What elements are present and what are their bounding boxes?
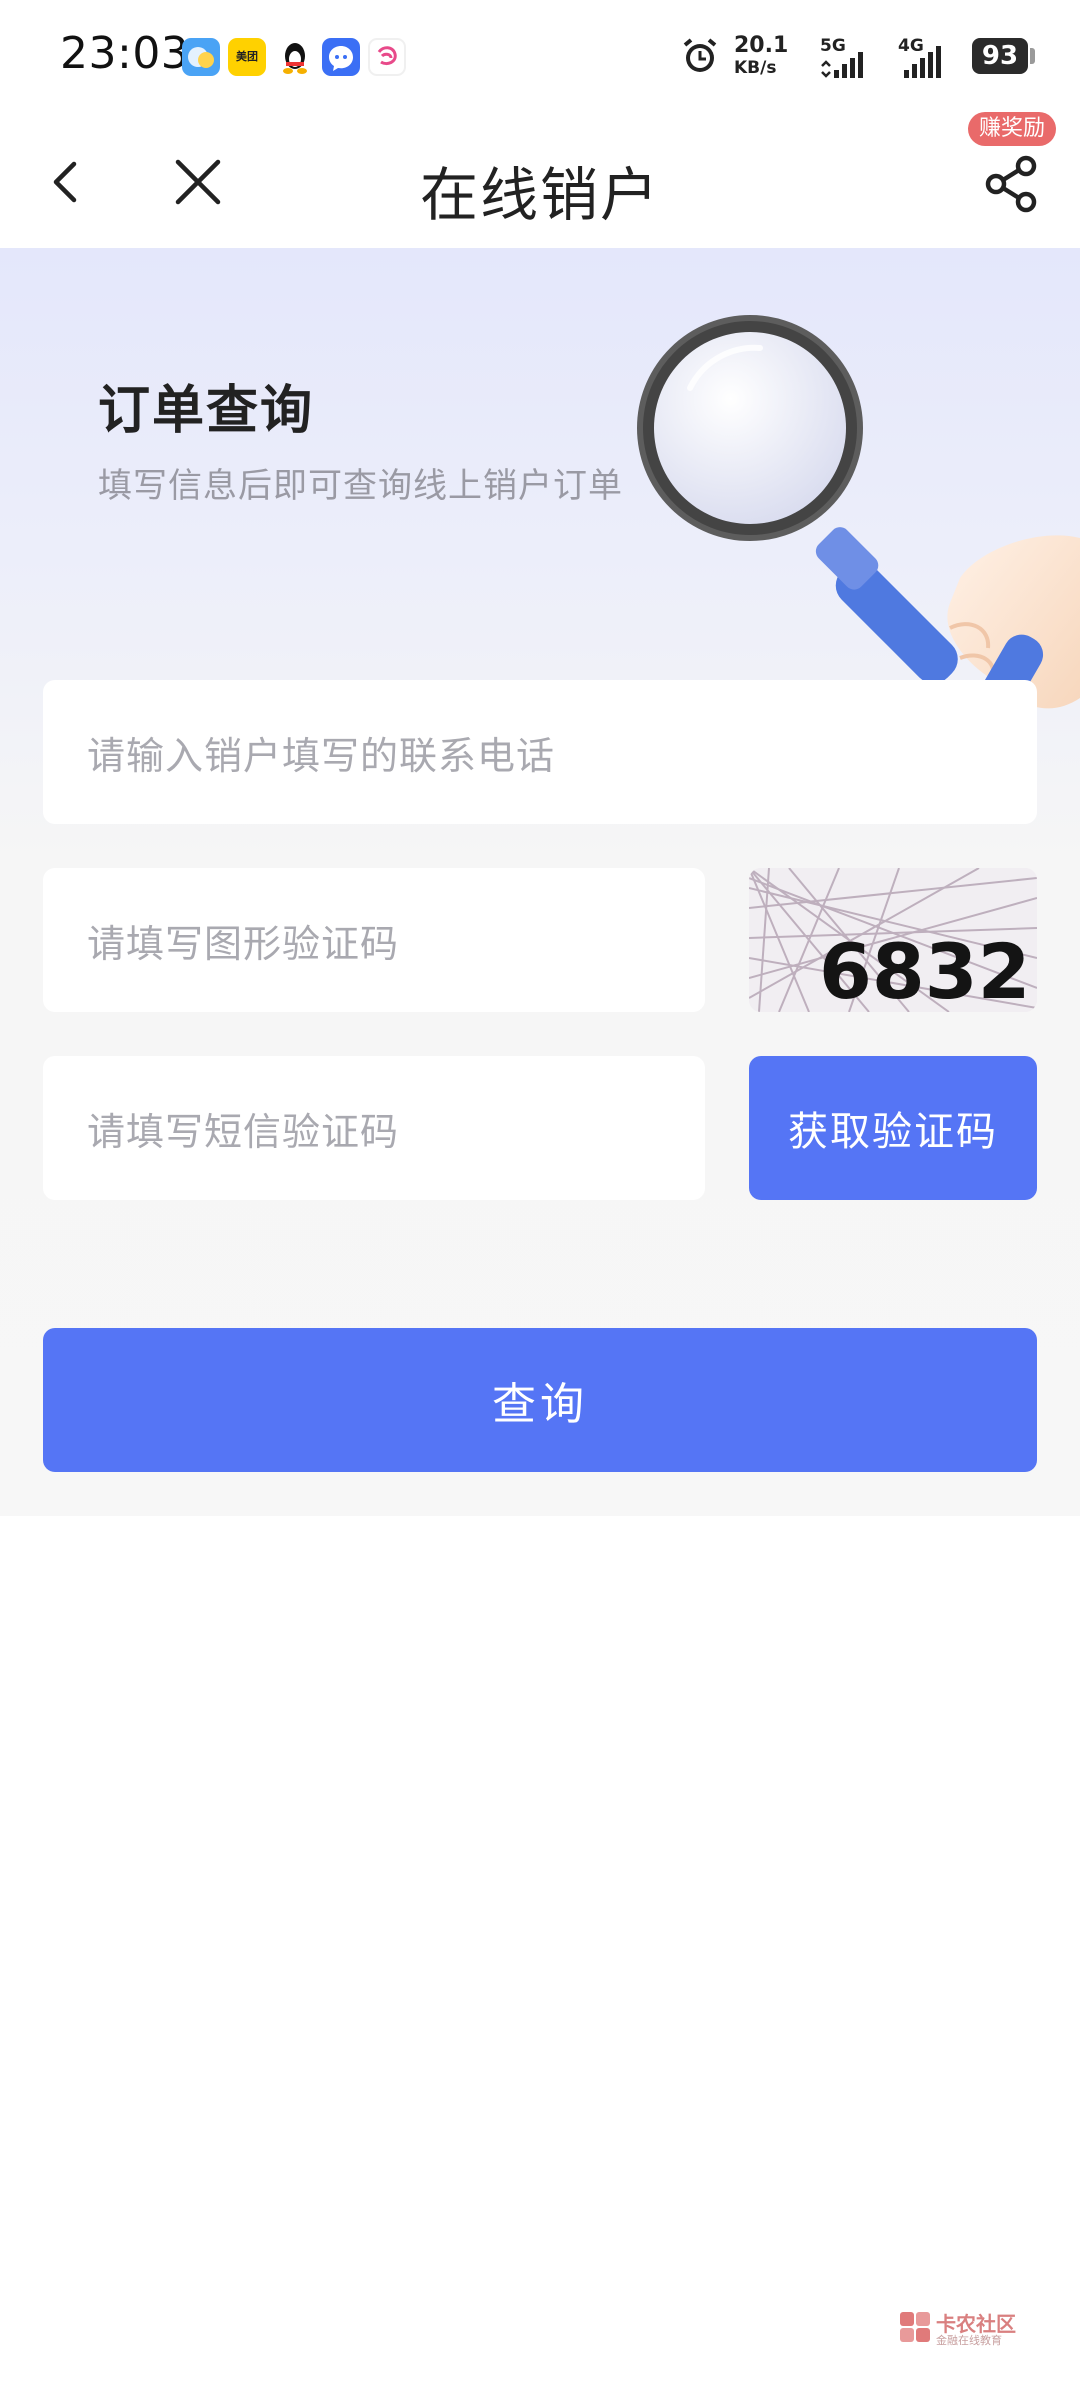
share-icon: [985, 155, 1037, 213]
status-time: 23:03: [60, 28, 190, 79]
net-speed-unit: KB/s: [734, 58, 777, 78]
query-button[interactable]: 查询: [43, 1328, 1037, 1472]
status-indicators: 20.1 KB/s 5G 4G 93: [680, 32, 1040, 82]
sms-code-input[interactable]: 请填写短信验证码: [43, 1056, 705, 1200]
battery-indicator: 93: [972, 38, 1028, 74]
magnifier-hand-illustration: [637, 315, 1080, 728]
qq-penguin-icon: [276, 38, 314, 76]
get-sms-code-button[interactable]: 获取验证码: [749, 1056, 1037, 1200]
order-query-panel: 订单查询 填写信息后即可查询线上销户订单 请输入销户填写的联系电话 请填写图形验…: [0, 248, 1080, 1516]
signal-bars-icon-2: [904, 46, 941, 78]
phone-input[interactable]: 请输入销户填写的联系电话: [43, 680, 1037, 824]
alarm-clock-icon: [680, 36, 720, 76]
status-bar: 23:03 美团 20.1 KB/s 5G 4G 93: [0, 0, 1080, 112]
shopping-app-icon: [368, 38, 406, 76]
captcha-input[interactable]: 请填写图形验证码: [43, 868, 705, 1012]
meituan-app-icon: 美团: [228, 38, 266, 76]
captcha-code: 6832: [819, 927, 1031, 1012]
hero-subtitle: 填写信息后即可查询线上销户订单: [98, 466, 623, 506]
captcha-image[interactable]: 6832: [749, 868, 1037, 1012]
hero-title: 订单查询: [98, 381, 315, 441]
watermark: 卡农社区 金融在线教育: [898, 2306, 1038, 2354]
signal-bars-icon: [821, 52, 863, 78]
messenger-app-icon: [322, 38, 360, 76]
nav-bar: 在线销户 赚奖励: [0, 112, 1080, 248]
watermark-tagline: 金融在线教育: [936, 2334, 1002, 2347]
share-button[interactable]: [980, 152, 1044, 216]
kanong-logo-icon: [900, 2312, 930, 2342]
page-title: 在线销户: [419, 161, 660, 229]
browser-app-icon: [182, 38, 220, 76]
battery-tip: [1030, 48, 1035, 64]
reward-badge[interactable]: 赚奖励: [968, 112, 1056, 146]
net-speed-value: 20.1: [734, 33, 789, 58]
